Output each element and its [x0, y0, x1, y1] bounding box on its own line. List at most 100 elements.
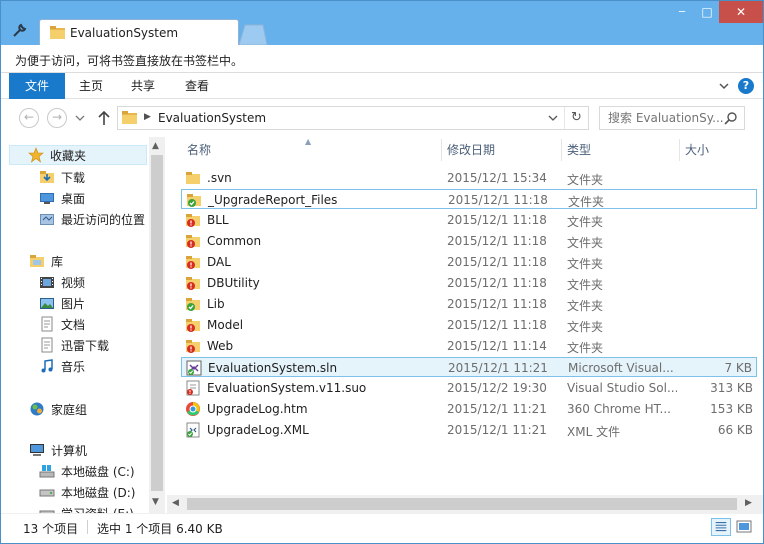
sidebar-item-drive-d[interactable]: 本地磁盘 (D:): [39, 482, 135, 502]
sidebar-label: 家庭组: [51, 402, 88, 417]
file-row[interactable]: UpgradeLog.XML 2015/12/1 11:21 XML 文件 66…: [181, 420, 757, 440]
tab-file[interactable]: 文件: [9, 73, 65, 99]
scroll-right-icon[interactable]: ▶: [745, 498, 752, 508]
file-type: XML 文件: [567, 425, 621, 439]
file-row[interactable]: DBUtility 2015/12/1 11:18 文件夹: [181, 273, 757, 293]
file-type: 文件夹: [567, 299, 604, 313]
scroll-down-icon[interactable]: ▼: [152, 497, 159, 507]
refresh-button[interactable]: ↻: [564, 107, 588, 129]
column-header-date[interactable]: 修改日期: [447, 137, 495, 163]
column-header-type[interactable]: 类型: [567, 137, 591, 163]
help-button[interactable]: ?: [738, 78, 754, 94]
file-row[interactable]: BLL 2015/12/1 11:18 文件夹: [181, 210, 757, 230]
sidebar-item-favorites[interactable]: 收藏夹: [9, 145, 147, 165]
scroll-up-icon[interactable]: ▲: [152, 141, 159, 151]
star-icon: [28, 147, 44, 163]
drive-icon: [39, 510, 55, 513]
sidebar-label: 学习资料 (E:): [61, 505, 134, 514]
recent-places-icon: [40, 214, 54, 225]
file-type: 360 Chrome HT...: [567, 402, 671, 416]
new-tab-button[interactable]: [237, 23, 269, 45]
expand-ribbon-icon[interactable]: [717, 79, 731, 93]
navigation-pane-scrollbar[interactable]: ▲ ▼: [149, 137, 165, 513]
sidebar-item-pictures[interactable]: 图片: [39, 293, 85, 313]
file-row[interactable]: .svn 2015/12/1 15:34 文件夹: [181, 168, 757, 188]
video-icon: [40, 277, 54, 288]
up-arrow-icon[interactable]: [97, 109, 111, 127]
tab-title: EvaluationSystem: [70, 26, 179, 40]
file-list-horizontal-scrollbar[interactable]: ◀ ▶: [167, 495, 763, 513]
address-bar[interactable]: ▶ EvaluationSystem ↻: [117, 106, 589, 130]
sidebar-item-computer[interactable]: 计算机: [29, 440, 87, 460]
sidebar-item-libraries[interactable]: 库: [29, 251, 63, 271]
sidebar-item-documents[interactable]: 文档: [39, 314, 85, 334]
scroll-left-icon[interactable]: ◀: [172, 498, 179, 508]
sidebar-label: 收藏夹: [50, 148, 87, 163]
maximize-button[interactable]: □: [695, 1, 719, 23]
file-type: 文件夹: [567, 236, 604, 250]
sidebar-item-music[interactable]: 音乐: [39, 356, 85, 376]
scrollbar-thumb[interactable]: [151, 155, 163, 491]
file-row[interactable]: Lib 2015/12/1 11:18 文件夹: [181, 294, 757, 314]
tab-share[interactable]: 共享: [117, 73, 169, 99]
sidebar-item-thunder-downloads[interactable]: 迅雷下载: [39, 335, 109, 355]
column-divider[interactable]: [441, 139, 442, 161]
file-row[interactable]: Model 2015/12/1 11:18 文件夹: [181, 315, 757, 335]
minimize-button[interactable]: ─: [669, 1, 695, 23]
music-icon: [41, 359, 53, 373]
sidebar-item-drive-e[interactable]: 学习资料 (E:): [39, 503, 134, 513]
breadcrumb-current[interactable]: EvaluationSystem: [158, 111, 266, 125]
column-divider[interactable]: [679, 139, 680, 161]
file-row-selected[interactable]: EvaluationSystem.sln 2015/12/1 11:21 Mic…: [181, 357, 757, 377]
drive-icon: [39, 489, 55, 497]
back-button[interactable]: ←: [19, 108, 39, 128]
recent-locations-chevron-icon[interactable]: [75, 113, 85, 123]
tab-view[interactable]: 查看: [171, 73, 223, 99]
xml-file-icon: [186, 422, 200, 438]
sidebar-item-downloads[interactable]: 下载: [39, 167, 85, 187]
search-icon[interactable]: [724, 111, 738, 125]
sidebar-item-recent-places[interactable]: 最近访问的位置: [39, 209, 145, 229]
file-row[interactable]: EvaluationSystem.v11.suo 2015/12/2 19:30…: [181, 378, 757, 398]
file-date: 2015/12/1 11:18: [447, 297, 547, 311]
file-date: 2015/12/2 19:30: [447, 381, 547, 395]
file-name: _UpgradeReport_Files: [208, 193, 338, 207]
library-icon: [30, 255, 44, 267]
large-icons-view-icon[interactable]: [734, 518, 754, 536]
file-date: 2015/12/1 11:18: [447, 318, 547, 332]
file-row[interactable]: _UpgradeReport_Files 2015/12/1 11:18 文件夹: [181, 189, 757, 209]
file-row[interactable]: Web 2015/12/1 11:14 文件夹: [181, 336, 757, 356]
search-input[interactable]: [608, 110, 724, 126]
folder-modified-icon: [186, 340, 200, 353]
file-name: EvaluationSystem.v11.suo: [207, 381, 367, 395]
sidebar-item-videos[interactable]: 视频: [39, 272, 85, 292]
file-row[interactable]: DAL 2015/12/1 11:18 文件夹: [181, 252, 757, 272]
scrollbar-thumb[interactable]: [187, 498, 737, 510]
sidebar-item-drive-c[interactable]: 本地磁盘 (C:): [39, 461, 135, 481]
file-row[interactable]: Common 2015/12/1 11:18 文件夹: [181, 231, 757, 251]
file-name: BLL: [207, 213, 229, 227]
sidebar-label: 视频: [61, 275, 86, 290]
details-view-icon[interactable]: [711, 518, 731, 536]
file-row[interactable]: UpgradeLog.htm 2015/12/1 11:21 360 Chrom…: [181, 399, 757, 419]
sort-ascending-icon: ▲: [305, 137, 312, 146]
breadcrumb-separator-icon[interactable]: ▶: [144, 112, 151, 122]
search-box[interactable]: [599, 106, 745, 130]
file-type: 文件夹: [567, 278, 604, 292]
column-header-name[interactable]: 名称: [187, 137, 211, 163]
close-button[interactable]: ✕: [719, 1, 763, 23]
minimize-icon: ─: [678, 6, 686, 18]
column-header-size[interactable]: 大小: [685, 137, 709, 163]
column-divider[interactable]: [561, 139, 562, 161]
wrench-icon[interactable]: [11, 23, 27, 39]
file-date: 2015/12/1 11:18: [447, 276, 547, 290]
tab-evaluationsystem[interactable]: EvaluationSystem: [39, 19, 239, 47]
forward-button[interactable]: →: [47, 108, 67, 128]
tab-home[interactable]: 主页: [65, 73, 117, 99]
address-history-chevron-icon[interactable]: [548, 113, 558, 123]
sidebar-item-homegroup[interactable]: 家庭组: [29, 399, 87, 419]
status-bar: 13 个项目 选中 1 个项目 6.40 KB: [1, 513, 763, 543]
sidebar-item-desktop[interactable]: 桌面: [39, 188, 85, 208]
refresh-icon: ↻: [571, 110, 582, 125]
file-name: Lib: [207, 297, 225, 311]
